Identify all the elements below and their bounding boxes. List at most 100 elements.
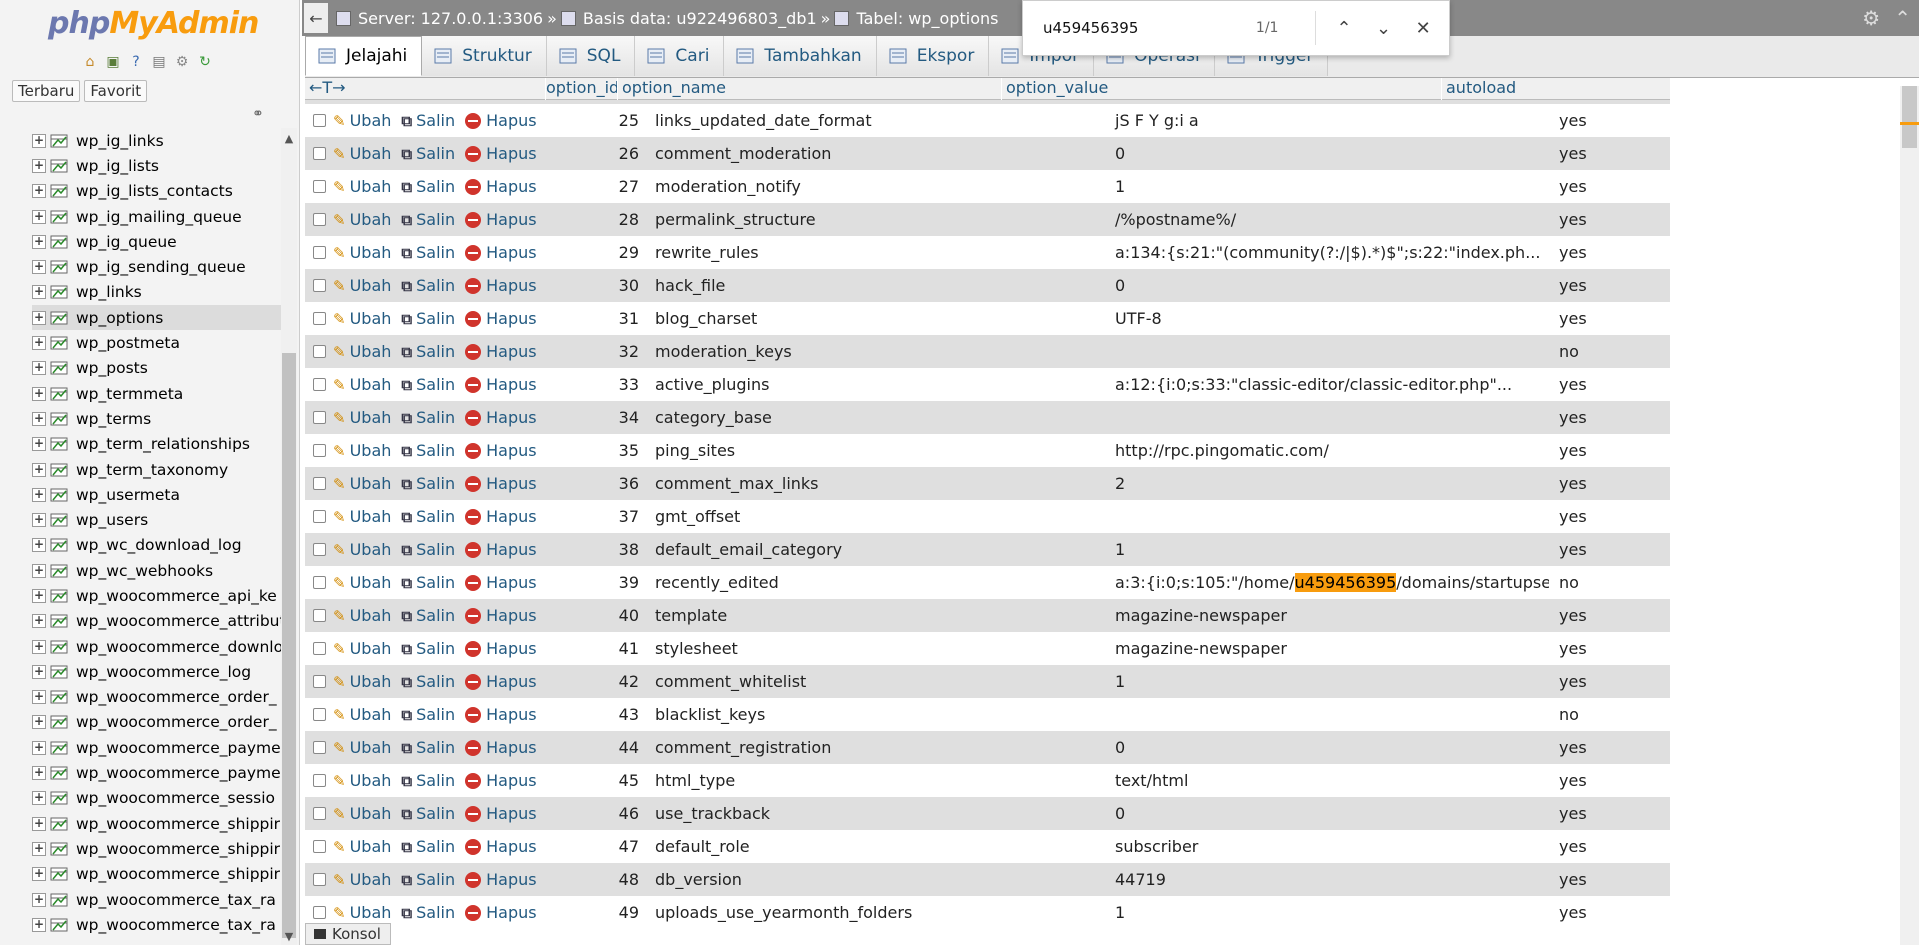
sidebar-table-item[interactable]: + wp_posts bbox=[32, 356, 282, 381]
cell-autoload[interactable]: yes bbox=[1549, 441, 1669, 460]
expand-icon[interactable]: + bbox=[32, 791, 46, 806]
edit-link[interactable]: ✎Ubah bbox=[333, 804, 391, 823]
cell-option-name[interactable]: comment_registration bbox=[645, 738, 1109, 757]
cell-option-name[interactable]: blog_charset bbox=[645, 309, 1109, 328]
cell-option-value[interactable]: /%postname%/ bbox=[1109, 210, 1549, 229]
row-checkbox[interactable] bbox=[312, 147, 326, 160]
cell-option-value[interactable]: jS F Y g:i a bbox=[1109, 111, 1549, 130]
table-icon[interactable] bbox=[50, 463, 68, 477]
delete-link[interactable]: Hapus bbox=[465, 903, 537, 922]
cell-option-name[interactable]: gmt_offset bbox=[645, 507, 1109, 526]
table-icon[interactable] bbox=[50, 867, 68, 881]
cell-option-name[interactable]: rewrite_rules bbox=[645, 243, 1109, 262]
delete-link[interactable]: Hapus bbox=[465, 342, 537, 361]
sidebar-table-name[interactable]: wp_woocommerce_payme bbox=[76, 739, 281, 757]
row-checkbox[interactable] bbox=[312, 279, 326, 292]
delete-link[interactable]: Hapus bbox=[465, 639, 537, 658]
edit-link[interactable]: ✎Ubah bbox=[333, 507, 391, 526]
cell-autoload[interactable]: yes bbox=[1549, 837, 1669, 856]
reload-icon[interactable]: ↻ bbox=[195, 52, 215, 72]
delete-link[interactable]: Hapus bbox=[465, 177, 537, 196]
column-arrows-icon[interactable]: ←T→ bbox=[305, 78, 545, 100]
edit-link[interactable]: ✎Ubah bbox=[333, 144, 391, 163]
table-icon[interactable] bbox=[50, 159, 68, 173]
cell-autoload[interactable]: yes bbox=[1549, 672, 1669, 691]
delete-link[interactable]: Hapus bbox=[465, 243, 537, 262]
settings-gear-icon[interactable]: ⚙ bbox=[1862, 6, 1880, 30]
row-checkbox[interactable] bbox=[312, 312, 326, 325]
cell-option-value[interactable]: 1 bbox=[1109, 903, 1549, 922]
sidebar-table-item[interactable]: + wp_woocommerce_attribut bbox=[32, 609, 286, 634]
delete-link[interactable]: Hapus bbox=[465, 771, 537, 790]
edit-link[interactable]: ✎Ubah bbox=[333, 243, 391, 262]
cell-autoload[interactable]: no bbox=[1549, 342, 1669, 361]
row-checkbox[interactable] bbox=[312, 114, 326, 127]
cell-option-id[interactable]: 49 bbox=[573, 903, 645, 922]
row-checkbox[interactable] bbox=[312, 906, 326, 919]
edit-link[interactable]: ✎Ubah bbox=[333, 309, 391, 328]
expand-icon[interactable]: + bbox=[32, 260, 46, 275]
cell-option-value[interactable]: subscriber bbox=[1109, 837, 1549, 856]
cell-autoload[interactable]: yes bbox=[1549, 606, 1669, 625]
copy-link[interactable]: ⧉Salin bbox=[401, 705, 455, 724]
expand-icon[interactable]: + bbox=[32, 715, 46, 730]
sidebar-table-item[interactable]: + wp_ig_queue bbox=[32, 229, 282, 254]
cell-option-name[interactable]: blacklist_keys bbox=[645, 705, 1109, 724]
expand-icon[interactable]: + bbox=[32, 614, 46, 629]
edit-link[interactable]: ✎Ubah bbox=[333, 573, 391, 592]
sidebar-table-item[interactable]: + wp_woocommerce_sessio bbox=[32, 786, 282, 811]
sidebar-table-item[interactable]: + wp_ig_sending_queue bbox=[32, 254, 282, 279]
sidebar-table-name[interactable]: wp_woocommerce_payme bbox=[76, 764, 281, 782]
cell-option-name[interactable]: category_base bbox=[645, 408, 1109, 427]
sidebar-table-item[interactable]: + wp_woocommerce_tax_ra bbox=[32, 887, 282, 912]
sidebar-table-item[interactable]: + wp_users bbox=[32, 507, 282, 532]
row-checkbox[interactable] bbox=[312, 510, 326, 523]
cell-option-value[interactable]: 1 bbox=[1109, 672, 1549, 691]
sidebar-table-name[interactable]: wp_woocommerce_tax_ra bbox=[76, 891, 276, 909]
cell-option-value[interactable]: 44719 bbox=[1109, 870, 1549, 889]
sidebar-table-name[interactable]: wp_postmeta bbox=[76, 334, 180, 352]
header-option-value[interactable]: option_value bbox=[1001, 78, 1441, 100]
row-checkbox[interactable] bbox=[312, 708, 326, 721]
expand-icon[interactable]: + bbox=[32, 411, 46, 426]
cell-option-name[interactable]: template bbox=[645, 606, 1109, 625]
recent-tab[interactable]: Terbaru bbox=[12, 80, 81, 102]
sidebar-table-item[interactable]: + wp_term_taxonomy bbox=[32, 457, 282, 482]
table-icon[interactable] bbox=[50, 134, 68, 148]
edit-link[interactable]: ✎Ubah bbox=[333, 705, 391, 724]
cell-option-value[interactable]: a:3:{i:0;s:105:"/home/u459456395/domains… bbox=[1109, 573, 1549, 592]
row-checkbox[interactable] bbox=[312, 576, 326, 589]
cell-option-id[interactable]: 41 bbox=[573, 639, 645, 658]
cell-option-name[interactable]: default_role bbox=[645, 837, 1109, 856]
edit-link[interactable]: ✎Ubah bbox=[333, 540, 391, 559]
table-icon[interactable] bbox=[50, 311, 68, 325]
delete-link[interactable]: Hapus bbox=[465, 870, 537, 889]
expand-icon[interactable]: + bbox=[32, 766, 46, 781]
table-icon[interactable] bbox=[50, 210, 68, 224]
expand-icon[interactable]: + bbox=[32, 639, 46, 654]
row-checkbox[interactable] bbox=[312, 609, 326, 622]
row-checkbox[interactable] bbox=[312, 675, 326, 688]
edit-link[interactable]: ✎Ubah bbox=[333, 672, 391, 691]
cell-option-name[interactable]: moderation_notify bbox=[645, 177, 1109, 196]
expand-icon[interactable]: + bbox=[32, 462, 46, 477]
edit-link[interactable]: ✎Ubah bbox=[333, 441, 391, 460]
expand-icon[interactable]: + bbox=[32, 209, 46, 224]
sidebar-table-name[interactable]: wp_ig_mailing_queue bbox=[76, 208, 242, 226]
sidebar-table-item[interactable]: + wp_ig_mailing_queue bbox=[32, 204, 282, 229]
sidebar-table-item[interactable]: + wp_woocommerce_api_ke bbox=[32, 583, 282, 608]
delete-link[interactable]: Hapus bbox=[465, 375, 537, 394]
expand-icon[interactable]: + bbox=[32, 133, 46, 148]
sidebar-table-item[interactable]: + wp_ig_lists bbox=[32, 153, 282, 178]
docs-icon[interactable]: ▤ bbox=[149, 52, 169, 72]
table-icon[interactable] bbox=[50, 893, 68, 907]
cell-option-name[interactable]: comment_moderation bbox=[645, 144, 1109, 163]
scroll-up-arrow-icon[interactable]: ▲ bbox=[281, 132, 297, 145]
cell-autoload[interactable]: yes bbox=[1549, 474, 1669, 493]
sidebar-table-item[interactable]: + wp_postmeta bbox=[32, 330, 282, 355]
cell-option-value[interactable]: a:134:{s:21:"(community(?:/|$).*)$";s:22… bbox=[1109, 243, 1549, 262]
table-icon[interactable] bbox=[50, 336, 68, 350]
delete-link[interactable]: Hapus bbox=[465, 573, 537, 592]
cell-option-name[interactable]: ping_sites bbox=[645, 441, 1109, 460]
table-icon[interactable] bbox=[50, 488, 68, 502]
